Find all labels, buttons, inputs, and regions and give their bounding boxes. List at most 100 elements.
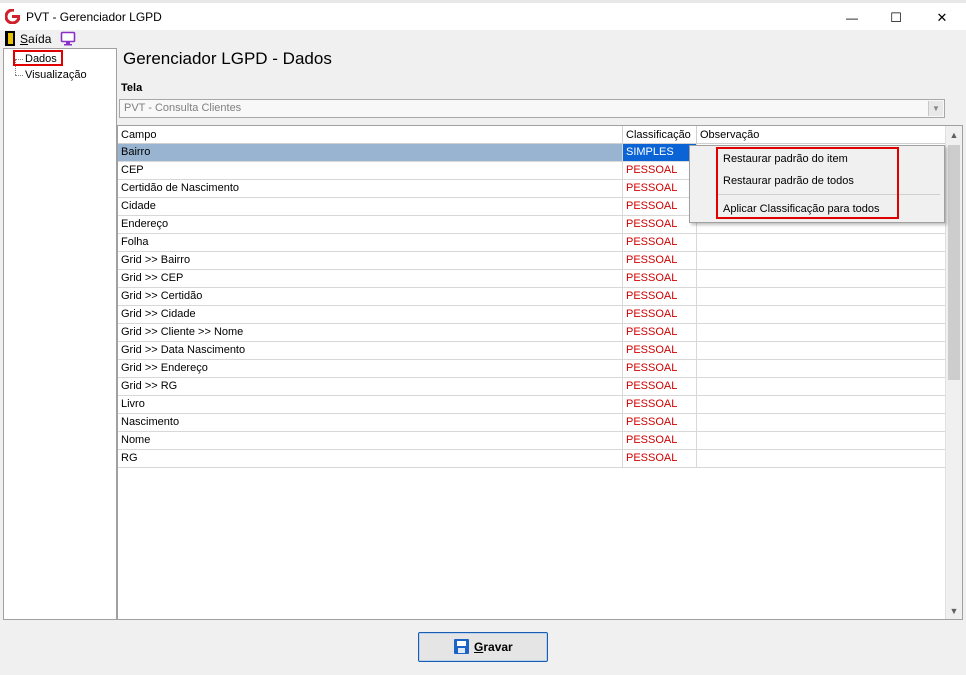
cell-classificacao[interactable]: PESSOAL	[623, 198, 697, 215]
table-row[interactable]: Grid >> Data Nascimento PESSOAL	[118, 342, 946, 360]
close-button[interactable]: ✕	[920, 6, 964, 30]
cell-campo[interactable]: Nome	[118, 432, 623, 449]
cell-observacao[interactable]	[697, 324, 946, 341]
cell-classificacao[interactable]: PESSOAL	[623, 324, 697, 341]
title-bar[interactable]: PVT - Gerenciador LGPD — ☐ ✕	[0, 3, 966, 30]
exit-door-icon[interactable]	[5, 31, 15, 46]
cell-campo[interactable]: Cidade	[118, 198, 623, 215]
cell-campo[interactable]: CEP	[118, 162, 623, 179]
cell-classificacao[interactable]: PESSOAL	[623, 360, 697, 377]
cell-observacao[interactable]	[697, 234, 946, 251]
table-row[interactable]: Grid >> Cliente >> Nome PESSOAL	[118, 324, 946, 342]
cell-classificacao[interactable]: PESSOAL	[623, 342, 697, 359]
cell-observacao[interactable]	[697, 414, 946, 431]
cell-campo[interactable]: Grid >> Data Nascimento	[118, 342, 623, 359]
table-row[interactable]: Grid >> Endereço PESSOAL	[118, 360, 946, 378]
cell-classificacao[interactable]: PESSOAL	[623, 378, 697, 395]
tela-select-value: PVT - Consulta Clientes	[124, 102, 242, 114]
monitor-icon[interactable]	[60, 31, 76, 46]
cell-classificacao[interactable]: PESSOAL	[623, 396, 697, 413]
scroll-up-icon[interactable]: ▲	[946, 126, 962, 143]
app-window: PVT - Gerenciador LGPD — ☐ ✕ Saída Dados…	[0, 0, 966, 675]
cell-classificacao[interactable]: PESSOAL	[623, 450, 697, 467]
cell-observacao[interactable]	[697, 450, 946, 467]
cell-observacao[interactable]	[697, 270, 946, 287]
minimize-icon: —	[846, 11, 858, 25]
cell-classificacao[interactable]: PESSOAL	[623, 180, 697, 197]
save-button[interactable]: Gravar	[418, 632, 548, 662]
cell-observacao[interactable]	[697, 306, 946, 323]
cell-observacao[interactable]	[697, 360, 946, 377]
column-header-campo[interactable]: Campo	[118, 126, 623, 144]
tela-label: Tela	[121, 82, 143, 94]
cell-observacao[interactable]	[697, 252, 946, 269]
cell-campo[interactable]: Grid >> Endereço	[118, 360, 623, 377]
close-icon: ✕	[936, 10, 948, 25]
cell-classificacao[interactable]: PESSOAL	[623, 216, 697, 233]
menu-saida-accel: S	[20, 32, 29, 46]
tela-select[interactable]: PVT - Consulta Clientes ▼	[119, 99, 945, 118]
menu-bar: Saída	[0, 30, 966, 48]
cell-observacao[interactable]	[697, 342, 946, 359]
cell-campo[interactable]: RG	[118, 450, 623, 467]
cell-campo[interactable]: Grid >> Cidade	[118, 306, 623, 323]
cell-campo[interactable]: Nascimento	[118, 414, 623, 431]
window-title: PVT - Gerenciador LGPD	[26, 10, 162, 24]
save-rest: ravar	[483, 640, 513, 654]
minimize-button[interactable]: —	[830, 6, 874, 30]
column-header-observacao[interactable]: Observação	[697, 126, 946, 144]
column-header-classificacao[interactable]: Classificação	[623, 126, 697, 144]
cell-observacao[interactable]	[697, 288, 946, 305]
vertical-scrollbar[interactable]: ▲ ▼	[945, 126, 962, 619]
cell-campo[interactable]: Grid >> CEP	[118, 270, 623, 287]
cell-campo[interactable]: Grid >> RG	[118, 378, 623, 395]
cell-campo[interactable]: Livro	[118, 396, 623, 413]
save-accel: G	[474, 640, 484, 654]
table-row[interactable]: Grid >> CEP PESSOAL	[118, 270, 946, 288]
cell-campo[interactable]: Certidão de Nascimento	[118, 180, 623, 197]
cell-classificacao[interactable]: PESSOAL	[623, 432, 697, 449]
cell-classificacao[interactable]: SIMPLES	[623, 144, 697, 161]
table-row[interactable]: Nome PESSOAL	[118, 432, 946, 450]
tree-item-visualizacao[interactable]: Visualização	[15, 69, 87, 83]
menu-saida-rest: aída	[28, 32, 52, 46]
table-row[interactable]: Grid >> RG PESSOAL	[118, 378, 946, 396]
cell-observacao[interactable]	[697, 432, 946, 449]
context-menu-highlight-box	[716, 147, 899, 219]
tree-highlight-box	[13, 50, 63, 66]
cell-classificacao[interactable]: PESSOAL	[623, 162, 697, 179]
cell-classificacao[interactable]: PESSOAL	[623, 252, 697, 269]
maximize-button[interactable]: ☐	[874, 6, 918, 30]
cell-observacao[interactable]	[697, 396, 946, 413]
scroll-thumb[interactable]	[948, 145, 960, 380]
cell-campo[interactable]: Grid >> Bairro	[118, 252, 623, 269]
floppy-disk-icon	[454, 639, 469, 654]
navigation-tree: Dados Visualização	[3, 48, 117, 620]
table-row[interactable]: Nascimento PESSOAL	[118, 414, 946, 432]
maximize-icon: ☐	[890, 10, 902, 25]
cell-observacao[interactable]	[697, 378, 946, 395]
table-row[interactable]: Livro PESSOAL	[118, 396, 946, 414]
cell-classificacao[interactable]: PESSOAL	[623, 306, 697, 323]
table-row[interactable]: Grid >> Cidade PESSOAL	[118, 306, 946, 324]
chevron-down-icon[interactable]: ▼	[928, 101, 943, 116]
table-row[interactable]: Grid >> Certidão PESSOAL	[118, 288, 946, 306]
page-title: Gerenciador LGPD - Dados	[123, 49, 332, 68]
cell-campo[interactable]: Grid >> Cliente >> Nome	[118, 324, 623, 341]
cell-classificacao[interactable]: PESSOAL	[623, 234, 697, 251]
cell-campo[interactable]: Folha	[118, 234, 623, 251]
menu-saida[interactable]: Saída	[20, 32, 51, 46]
table-row[interactable]: RG PESSOAL	[118, 450, 946, 468]
table-row[interactable]: Folha PESSOAL	[118, 234, 946, 252]
table-row[interactable]: Grid >> Bairro PESSOAL	[118, 252, 946, 270]
scroll-down-icon[interactable]: ▼	[946, 602, 962, 619]
cell-campo[interactable]: Endereço	[118, 216, 623, 233]
app-logo-icon	[5, 9, 20, 24]
tree-item-label: Visualização	[25, 69, 87, 81]
cell-campo[interactable]: Grid >> Certidão	[118, 288, 623, 305]
cell-classificacao[interactable]: PESSOAL	[623, 414, 697, 431]
grid-header: Campo Classificação Observação	[118, 126, 946, 144]
cell-classificacao[interactable]: PESSOAL	[623, 270, 697, 287]
cell-classificacao[interactable]: PESSOAL	[623, 288, 697, 305]
cell-campo[interactable]: Bairro	[118, 144, 623, 161]
